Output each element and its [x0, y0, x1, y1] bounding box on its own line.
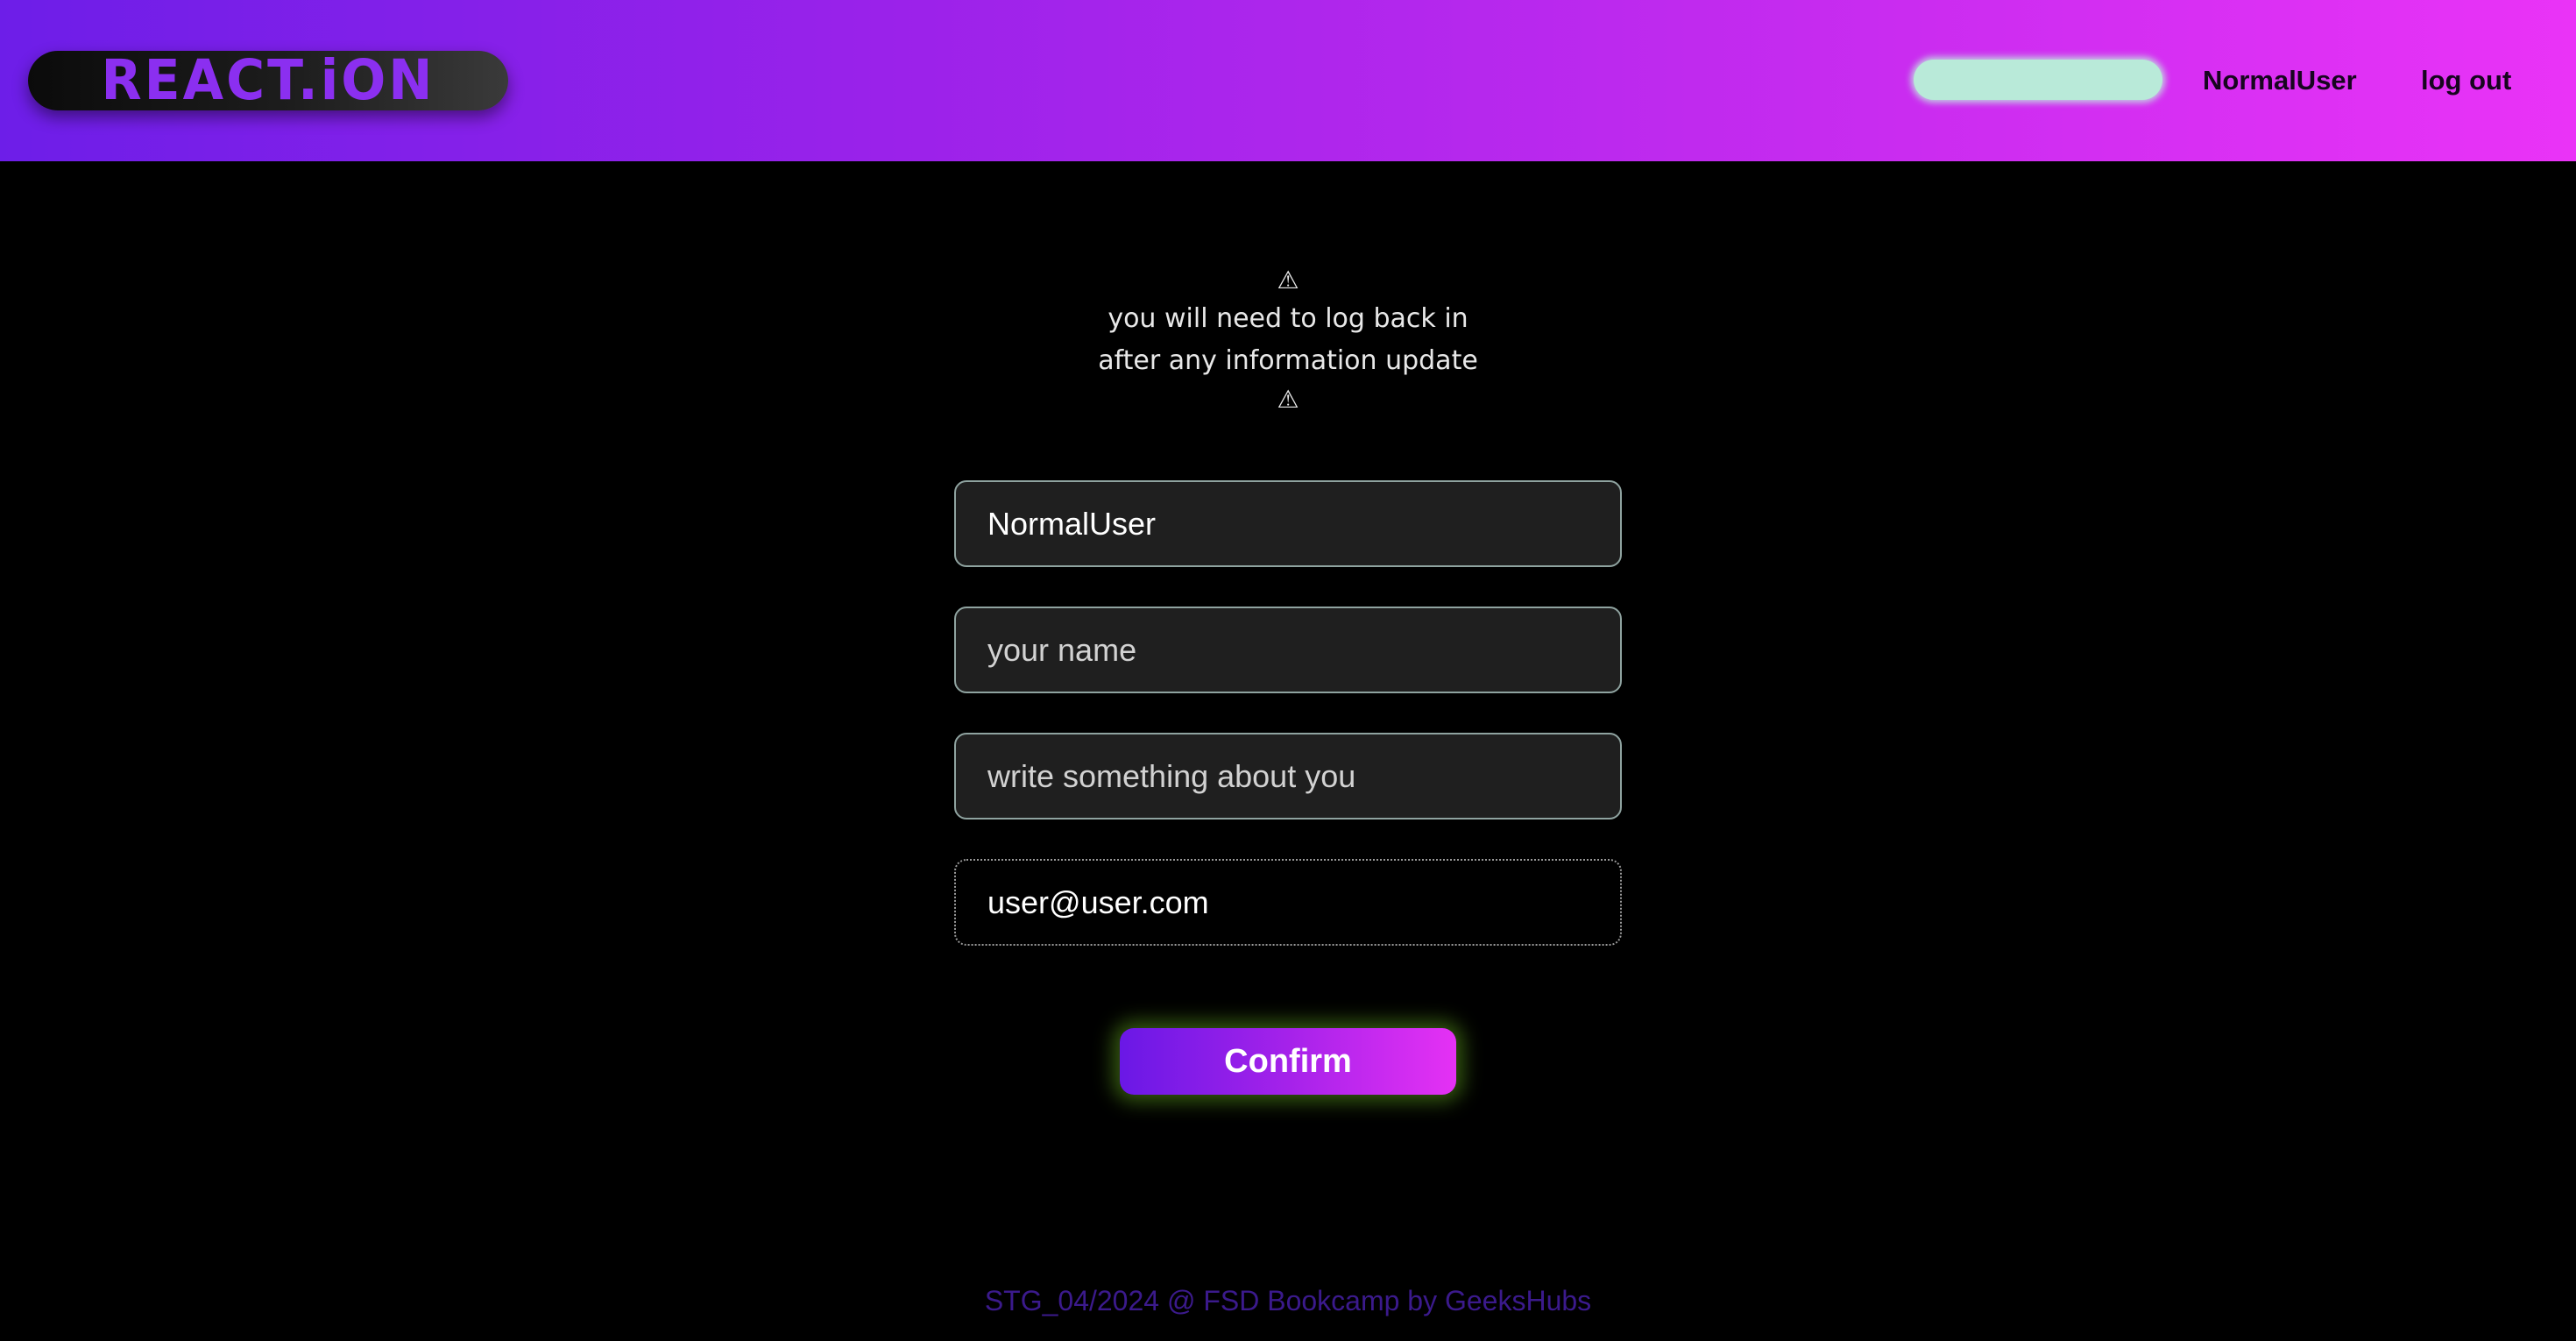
warning-icon: ⚠ [1277, 266, 1299, 294]
footer-credits: STG_04/2024 @ FSD Bookcamp by GeeksHubs [984, 1285, 1592, 1316]
logo-text: REACT.iON [101, 48, 435, 113]
username-field[interactable] [954, 480, 1622, 567]
top-nav-bar: REACT.iON NormalUser log out [0, 0, 2576, 161]
confirm-button[interactable]: Confirm [1120, 1028, 1456, 1095]
name-field[interactable] [954, 607, 1622, 693]
logout-link[interactable]: log out [2421, 61, 2511, 100]
notice-line-2: after any information update [1098, 345, 1478, 376]
update-warning-notice: ⚠ you will need to log back in after any… [938, 263, 1638, 417]
email-field[interactable] [954, 859, 1622, 946]
logo[interactable]: REACT.iON [28, 51, 508, 110]
search-input[interactable] [1914, 60, 2162, 100]
warning-icon: ⚠ [1277, 385, 1299, 414]
notice-line-1: you will need to log back in [1108, 303, 1468, 334]
about-field[interactable] [954, 733, 1622, 820]
profile-link[interactable]: NormalUser [2203, 61, 2357, 100]
